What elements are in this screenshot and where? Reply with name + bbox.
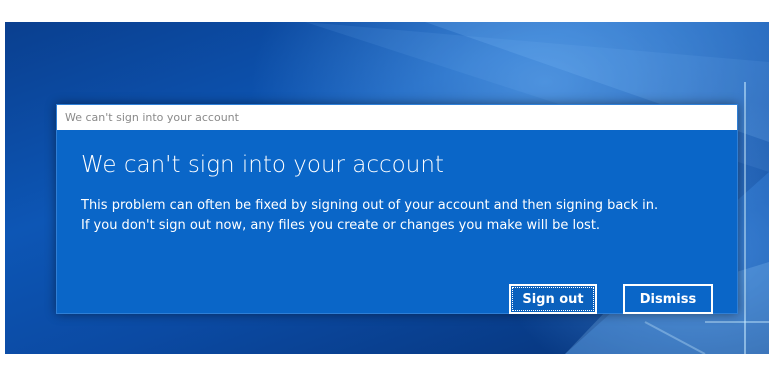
dialog-message: This problem can often be fixed by signi… [81,196,658,236]
dialog-titlebar: We can't sign into your account [57,105,737,130]
message-line-2: If you don't sign out now, any files you… [81,218,601,233]
sign-out-button[interactable]: Sign out [509,284,597,314]
dialog-heading: We can't sign into your account [81,152,444,178]
dialog-body: We can't sign into your account This pro… [57,130,737,314]
screenshot-frame: We can't sign into your account We can't… [0,0,769,380]
dialog-window-title: We can't sign into your account [65,111,239,124]
dismiss-button[interactable]: Dismiss [623,284,713,314]
message-line-1: This problem can often be fixed by signi… [81,198,659,213]
sign-in-error-dialog: We can't sign into your account We can't… [56,104,738,314]
